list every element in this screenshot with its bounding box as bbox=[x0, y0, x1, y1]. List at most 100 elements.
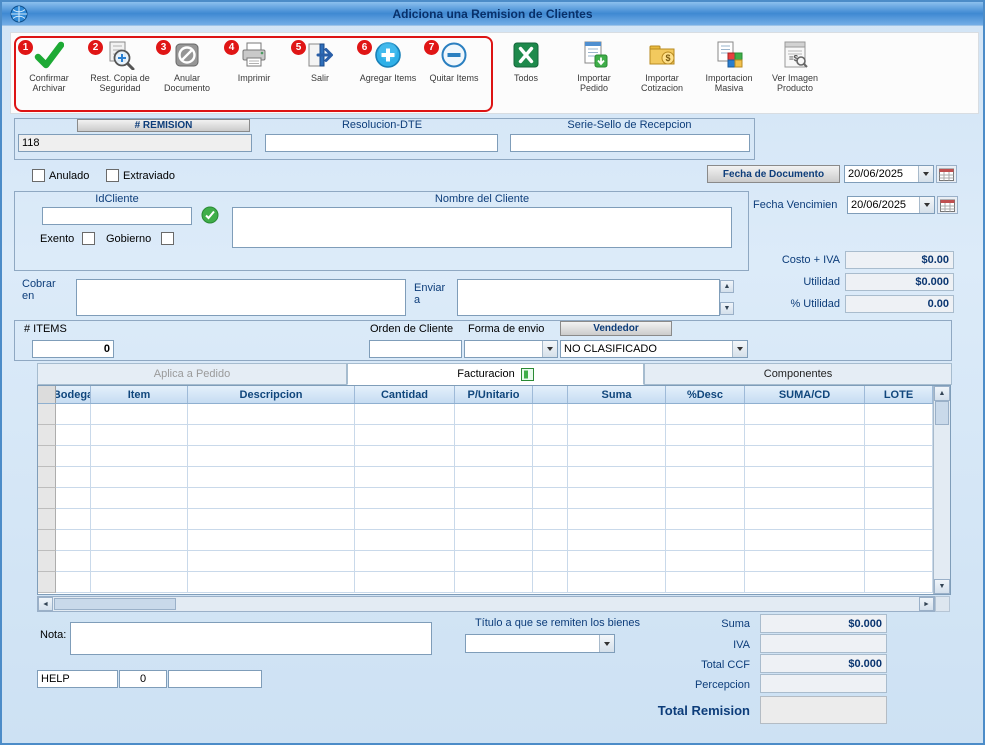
grid-cell[interactable] bbox=[455, 404, 533, 425]
scroll-down-icon[interactable]: ▼ bbox=[934, 579, 950, 594]
grid-cell[interactable] bbox=[91, 530, 188, 551]
grid-cell[interactable] bbox=[56, 467, 91, 488]
grid-cell[interactable] bbox=[533, 530, 568, 551]
grid-cell[interactable] bbox=[865, 530, 933, 551]
fecha-documento-field[interactable]: 20/06/2025 bbox=[844, 165, 934, 183]
fecha-documento-calendar-button[interactable] bbox=[936, 165, 957, 183]
importar-pedido-button[interactable]: Importar Pedido bbox=[562, 40, 626, 112]
grid-cell[interactable] bbox=[56, 404, 91, 425]
help-field[interactable] bbox=[37, 670, 118, 688]
grid-cell[interactable] bbox=[355, 425, 455, 446]
v-scroll-track[interactable] bbox=[934, 401, 950, 579]
grid-cell[interactable] bbox=[533, 446, 568, 467]
grid-cell[interactable] bbox=[745, 425, 865, 446]
grid-cell[interactable] bbox=[455, 551, 533, 572]
remision-number-input[interactable] bbox=[18, 134, 252, 152]
grid-cell[interactable] bbox=[355, 488, 455, 509]
grid-cell[interactable] bbox=[188, 488, 355, 509]
orden-cliente-input[interactable] bbox=[369, 340, 462, 358]
scroll-left-icon[interactable]: ◄ bbox=[38, 597, 53, 611]
grid-cell[interactable] bbox=[188, 530, 355, 551]
grid-cell[interactable] bbox=[56, 509, 91, 530]
grid-row-selector[interactable] bbox=[38, 509, 56, 530]
grid-cell[interactable] bbox=[568, 425, 666, 446]
grid-cell[interactable] bbox=[188, 404, 355, 425]
grid-cell[interactable] bbox=[745, 488, 865, 509]
v-scroll-thumb[interactable] bbox=[935, 401, 949, 425]
grid-cell[interactable] bbox=[355, 446, 455, 467]
grid-cell[interactable] bbox=[91, 488, 188, 509]
fecha-documento-dropdown[interactable] bbox=[918, 166, 933, 182]
grid-cell[interactable] bbox=[188, 446, 355, 467]
grid-cell[interactable] bbox=[533, 509, 568, 530]
vendedor-button[interactable]: Vendedor bbox=[560, 321, 672, 336]
grid-cell[interactable] bbox=[355, 530, 455, 551]
remision-number-header-button[interactable]: # REMISION bbox=[77, 119, 250, 132]
grid-row[interactable] bbox=[38, 467, 933, 488]
idcliente-ok-button[interactable] bbox=[201, 206, 219, 227]
grid-cell[interactable] bbox=[56, 446, 91, 467]
grid-row[interactable] bbox=[38, 509, 933, 530]
grid-cell[interactable] bbox=[533, 551, 568, 572]
vendedor-dropdown[interactable] bbox=[732, 341, 747, 357]
importacion-masiva-button[interactable]: Importacion Masiva bbox=[697, 40, 761, 112]
grid-cell[interactable] bbox=[666, 530, 745, 551]
fecha-vencimiento-calendar-button[interactable] bbox=[937, 196, 958, 214]
grid-cell[interactable] bbox=[91, 425, 188, 446]
grid-row-selector[interactable] bbox=[38, 551, 56, 572]
agregar-items-button[interactable]: 6 Agregar Items bbox=[356, 40, 420, 112]
grid-cell[interactable] bbox=[355, 467, 455, 488]
grid-row-selector[interactable] bbox=[38, 425, 56, 446]
tab-facturacion[interactable]: Facturacion bbox=[347, 363, 644, 385]
scroll-up-icon[interactable]: ▲ bbox=[934, 386, 950, 401]
todos-button[interactable]: Todos bbox=[496, 40, 556, 112]
grid-cell[interactable] bbox=[568, 551, 666, 572]
grid-cell[interactable] bbox=[56, 425, 91, 446]
forma-envio-dropdown[interactable] bbox=[542, 341, 557, 357]
grid-cell[interactable] bbox=[865, 551, 933, 572]
grid-cell[interactable] bbox=[745, 509, 865, 530]
grid-cell[interactable] bbox=[533, 572, 568, 593]
scroll-down-icon[interactable]: ▼ bbox=[720, 302, 734, 315]
grid-cell[interactable] bbox=[188, 425, 355, 446]
resolucion-dte-input[interactable] bbox=[265, 134, 498, 152]
items-count-input[interactable] bbox=[32, 340, 114, 358]
imprimir-button[interactable]: 4 Imprimir bbox=[223, 40, 285, 112]
grid-cell[interactable] bbox=[865, 446, 933, 467]
grid-cell[interactable] bbox=[745, 446, 865, 467]
anular-documento-button[interactable]: 3 Anular Documento bbox=[155, 40, 219, 112]
grid-cell[interactable] bbox=[865, 467, 933, 488]
grid-cell[interactable] bbox=[568, 467, 666, 488]
help-number-field[interactable] bbox=[119, 670, 167, 688]
grid-cell[interactable] bbox=[568, 572, 666, 593]
grid-cell[interactable] bbox=[188, 509, 355, 530]
grid-cell[interactable] bbox=[745, 530, 865, 551]
grid-cell[interactable] bbox=[455, 446, 533, 467]
idcliente-input[interactable] bbox=[42, 207, 192, 225]
grid-row[interactable] bbox=[38, 530, 933, 551]
scroll-up-icon[interactable]: ▲ bbox=[720, 280, 734, 293]
grid-cell[interactable] bbox=[666, 425, 745, 446]
grid-cell[interactable] bbox=[455, 572, 533, 593]
grid-row-selector[interactable] bbox=[38, 530, 56, 551]
enviar-a-input[interactable] bbox=[457, 279, 720, 316]
grid-row-selector[interactable] bbox=[38, 404, 56, 425]
grid-cell[interactable] bbox=[91, 446, 188, 467]
help-extra-field[interactable] bbox=[168, 670, 262, 688]
h-scroll-thumb[interactable] bbox=[54, 598, 176, 610]
grid-cell[interactable] bbox=[455, 530, 533, 551]
grid-row[interactable] bbox=[38, 572, 933, 593]
grid-cell[interactable] bbox=[666, 467, 745, 488]
grid-cell[interactable] bbox=[355, 551, 455, 572]
grid-cell[interactable] bbox=[455, 488, 533, 509]
grid-cell[interactable] bbox=[666, 404, 745, 425]
quitar-items-button[interactable]: 7 Quitar Items bbox=[423, 40, 485, 112]
grid-vertical-scrollbar[interactable]: ▲ ▼ bbox=[933, 386, 950, 594]
grid-row[interactable] bbox=[38, 404, 933, 425]
grid-cell[interactable] bbox=[865, 509, 933, 530]
grid-row[interactable] bbox=[38, 446, 933, 467]
grid-cell[interactable] bbox=[533, 467, 568, 488]
grid-cell[interactable] bbox=[56, 488, 91, 509]
grid-cell[interactable] bbox=[455, 509, 533, 530]
titulo-remision-select[interactable] bbox=[465, 634, 615, 653]
